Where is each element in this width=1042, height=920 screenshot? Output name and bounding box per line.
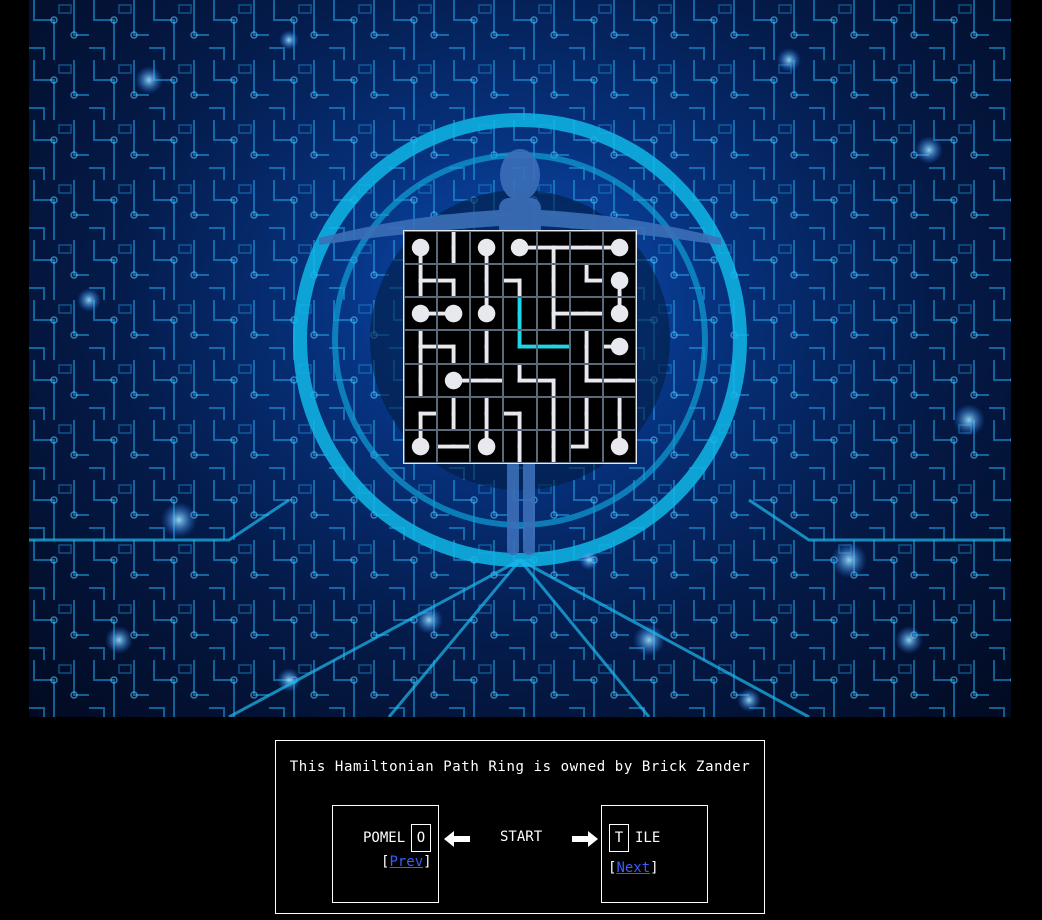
- grid-cell[interactable]: [503, 231, 537, 265]
- next-site-box: T ILE [Next]: [601, 805, 708, 903]
- grid-cell[interactable]: [503, 264, 537, 298]
- next-site-letter: T: [609, 824, 629, 852]
- grid-cell[interactable]: [569, 264, 603, 298]
- endpoint-dot: [610, 305, 629, 323]
- grid-cell[interactable]: [404, 363, 438, 397]
- grid-cell[interactable]: [503, 396, 537, 430]
- grid-cell[interactable]: [470, 330, 504, 364]
- grid-cell[interactable]: [602, 363, 636, 397]
- grid-cell[interactable]: [602, 297, 636, 331]
- grid-cell[interactable]: [470, 429, 504, 463]
- grid-cell[interactable]: [536, 396, 570, 430]
- grid-cell[interactable]: [536, 264, 570, 298]
- grid-cell[interactable]: [437, 264, 471, 298]
- grid-cell[interactable]: [569, 396, 603, 430]
- grid-cell[interactable]: [503, 330, 537, 364]
- grid-cell[interactable]: [503, 429, 537, 463]
- grid-cell[interactable]: [404, 297, 438, 331]
- endpoint-dot: [610, 338, 629, 356]
- prev-site-name: POMEL: [363, 830, 406, 846]
- grid-cell[interactable]: [536, 330, 570, 364]
- next-site-name: ILE: [635, 830, 661, 846]
- grid-cell[interactable]: [437, 363, 471, 397]
- grid-cell[interactable]: [569, 330, 603, 364]
- ring-owner-text: This Hamiltonian Path Ring is owned by B…: [289, 759, 751, 775]
- grid-cell[interactable]: [404, 264, 438, 298]
- grid-cell[interactable]: [470, 396, 504, 430]
- grid-cell[interactable]: [470, 363, 504, 397]
- grid-cell[interactable]: [503, 297, 537, 331]
- webring-panel: This Hamiltonian Path Ring is owned by B…: [275, 740, 765, 914]
- prev-link-wrapper: [Prev]: [381, 854, 432, 870]
- endpoint-dot: [478, 437, 496, 456]
- grid-cell[interactable]: [470, 231, 504, 265]
- grid-cell[interactable]: [437, 330, 471, 364]
- endpoint-dot: [411, 238, 430, 257]
- endpoint-dot: [444, 371, 463, 389]
- grid-cell[interactable]: [470, 264, 504, 298]
- grid-cell[interactable]: [569, 363, 603, 397]
- grid-cell[interactable]: [404, 429, 438, 463]
- endpoint-dot: [478, 305, 496, 323]
- grid-cell[interactable]: [536, 297, 570, 331]
- endpoint-dot: [478, 238, 496, 257]
- grid-cell[interactable]: [404, 330, 438, 364]
- grid-cell[interactable]: [602, 330, 636, 364]
- grid-cell[interactable]: [569, 231, 603, 265]
- grid-cell[interactable]: [602, 429, 636, 463]
- grid-cell[interactable]: [602, 264, 636, 298]
- grid-cell[interactable]: [569, 429, 603, 463]
- grid-cell[interactable]: [470, 297, 504, 331]
- grid-cell[interactable]: [569, 297, 603, 331]
- next-link[interactable]: Next: [616, 860, 650, 876]
- grid-cell[interactable]: [536, 231, 570, 265]
- next-link-wrapper: [Next]: [608, 860, 659, 876]
- hamiltonian-path-puzzle-grid[interactable]: [403, 230, 637, 464]
- endpoint-dot: [511, 238, 529, 257]
- endpoint-dot: [411, 305, 430, 323]
- arrow-left-icon: [444, 831, 470, 847]
- grid-cell[interactable]: [437, 429, 471, 463]
- endpoint-dot: [610, 271, 629, 290]
- prev-site-box: POMEL O [Prev]: [332, 805, 439, 903]
- endpoint-dot: [610, 437, 629, 456]
- grid-cell[interactable]: [437, 396, 471, 430]
- grid-cell[interactable]: [602, 396, 636, 430]
- prev-site-letter: O: [411, 824, 431, 852]
- grid-cell[interactable]: [404, 231, 438, 265]
- endpoint-dot: [444, 305, 463, 323]
- prev-link[interactable]: Prev: [389, 854, 423, 870]
- endpoint-dot: [411, 437, 430, 456]
- grid-cell[interactable]: [536, 429, 570, 463]
- start-label: START: [500, 829, 543, 845]
- grid-cell[interactable]: [404, 396, 438, 430]
- endpoint-dot: [610, 238, 629, 257]
- grid-cell[interactable]: [536, 363, 570, 397]
- grid-cell[interactable]: [437, 297, 471, 331]
- arrow-right-icon: [572, 831, 598, 847]
- grid-cell[interactable]: [437, 231, 471, 265]
- grid-cell[interactable]: [503, 363, 537, 397]
- grid-cell[interactable]: [602, 231, 636, 265]
